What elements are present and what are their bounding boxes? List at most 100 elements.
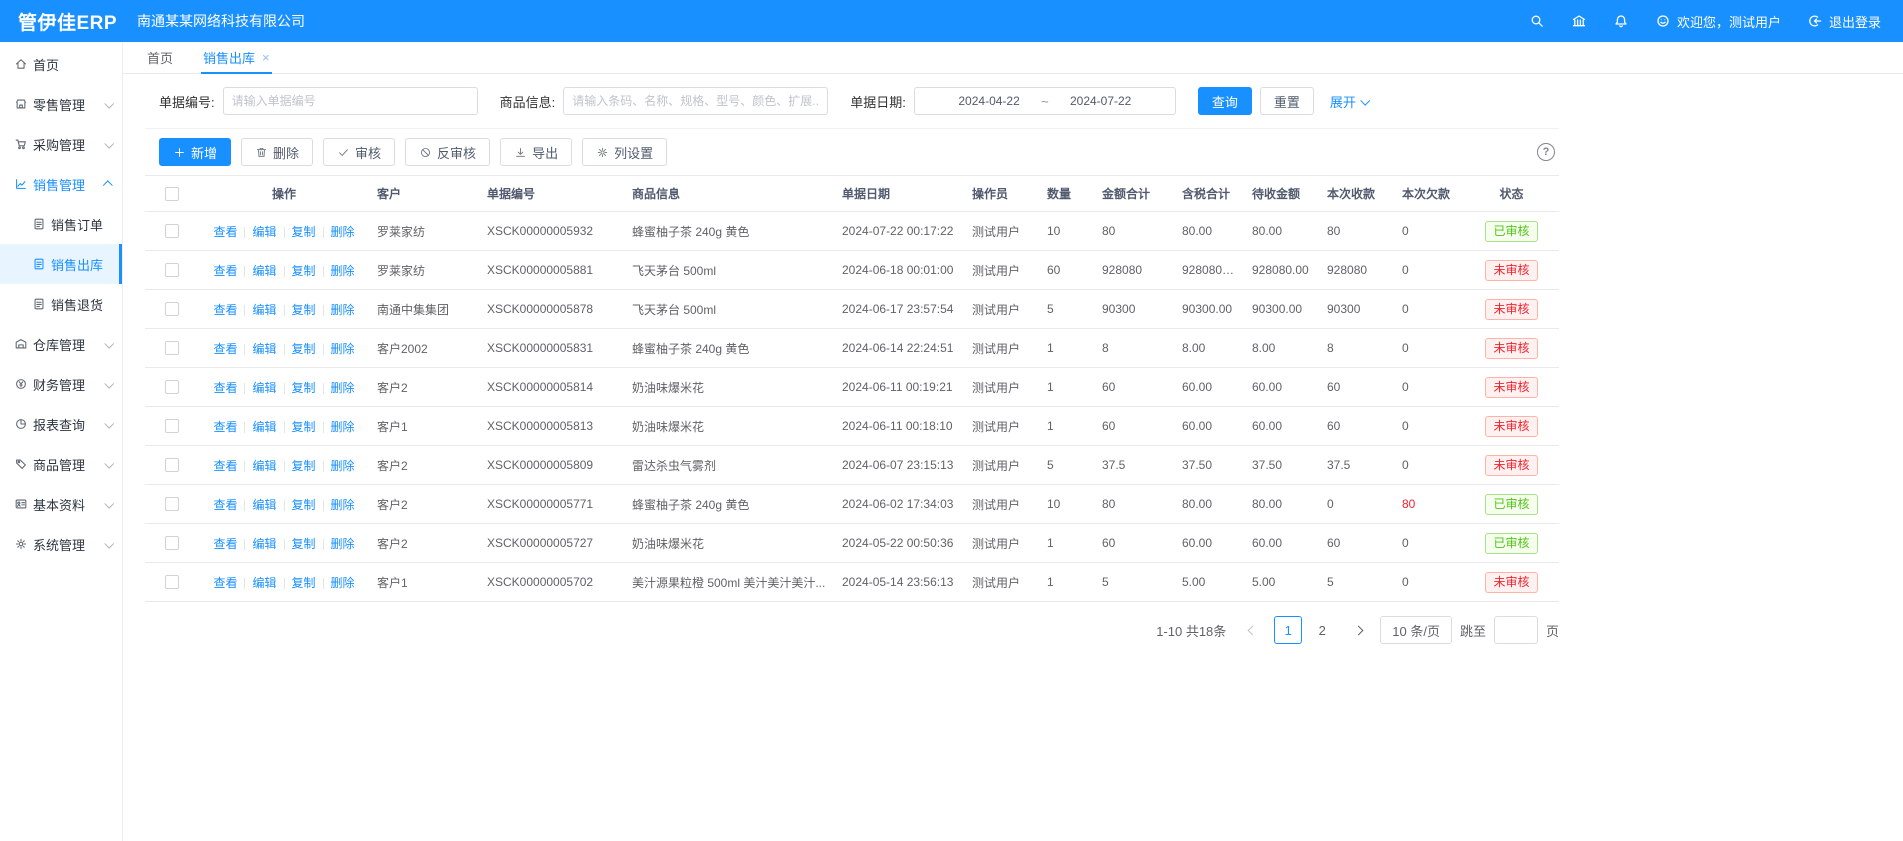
row-checkbox[interactable] [165, 302, 179, 316]
select-all-checkbox[interactable] [165, 187, 179, 201]
row-edit-link[interactable]: 编辑 [252, 342, 276, 356]
add-button[interactable]: 新增 [159, 138, 231, 166]
row-view-link[interactable]: 查看 [213, 342, 237, 356]
row-checkbox[interactable] [165, 497, 179, 511]
cell-payment: 80 [1319, 212, 1394, 251]
page-button-2[interactable]: 2 [1308, 616, 1336, 644]
doc-no-input[interactable] [223, 87, 478, 115]
row-view-link[interactable]: 查看 [213, 576, 237, 590]
row-checkbox[interactable] [165, 263, 179, 277]
cell-status: 未审核 [1464, 446, 1559, 485]
reset-button[interactable]: 重置 [1260, 87, 1314, 115]
sidebar-item-report[interactable]: 报表查询 [0, 404, 122, 444]
next-page-button[interactable] [1344, 616, 1372, 644]
row-view-link[interactable]: 查看 [213, 264, 237, 278]
row-delete-link[interactable]: 删除 [331, 459, 355, 473]
home-nav-button[interactable] [1571, 13, 1587, 29]
date-to-input[interactable] [1049, 94, 1153, 108]
notifications-button[interactable] [1613, 13, 1629, 29]
sidebar-item-basic[interactable]: 基本资料 [0, 484, 122, 524]
row-delete-link[interactable]: 删除 [331, 381, 355, 395]
sidebar-item-system[interactable]: 系统管理 [0, 524, 122, 564]
row-edit-link[interactable]: 编辑 [252, 225, 276, 239]
tab-home[interactable]: 首页 [145, 42, 175, 73]
row-view-link[interactable]: 查看 [213, 420, 237, 434]
row-delete-link[interactable]: 删除 [331, 420, 355, 434]
column-settings-button[interactable]: 列设置 [582, 138, 667, 166]
row-view-link[interactable]: 查看 [213, 459, 237, 473]
row-view-link[interactable]: 查看 [213, 498, 237, 512]
search-icon [1529, 13, 1545, 29]
help-icon[interactable]: ? [1537, 143, 1555, 161]
sidebar-item-purchase[interactable]: 采购管理 [0, 124, 122, 164]
row-copy-link[interactable]: 复制 [292, 459, 316, 473]
row-view-link[interactable]: 查看 [213, 381, 237, 395]
row-edit-link[interactable]: 编辑 [252, 420, 276, 434]
row-checkbox[interactable] [165, 341, 179, 355]
date-from-input[interactable] [937, 94, 1041, 108]
row-view-link[interactable]: 查看 [213, 537, 237, 551]
row-delete-link[interactable]: 删除 [331, 537, 355, 551]
row-edit-link[interactable]: 编辑 [252, 381, 276, 395]
app-logo[interactable]: 管伊佳ERP [0, 8, 123, 35]
row-copy-link[interactable]: 复制 [292, 498, 316, 512]
sidebar-item-sales-return[interactable]: 销售退货 [0, 284, 122, 324]
row-checkbox[interactable] [165, 380, 179, 394]
sidebar-item-home[interactable]: 首页 [0, 44, 122, 84]
row-checkbox[interactable] [165, 536, 179, 550]
row-delete-link[interactable]: 删除 [331, 225, 355, 239]
row-edit-link[interactable]: 编辑 [252, 264, 276, 278]
unaudit-button[interactable]: 反审核 [405, 138, 490, 166]
row-checkbox[interactable] [165, 419, 179, 433]
close-icon[interactable]: × [262, 51, 270, 64]
page-size-select[interactable]: 10 条/页 [1380, 616, 1452, 644]
row-delete-link[interactable]: 删除 [331, 498, 355, 512]
row-edit-link[interactable]: 编辑 [252, 537, 276, 551]
delete-button[interactable]: 删除 [241, 138, 313, 166]
logout-button[interactable]: 退出登录 [1807, 12, 1881, 31]
row-copy-link[interactable]: 复制 [292, 264, 316, 278]
row-delete-link[interactable]: 删除 [331, 264, 355, 278]
sidebar-item-finance[interactable]: 财务管理 [0, 364, 122, 404]
expand-filters-link[interactable]: 展开 [1330, 92, 1368, 111]
sidebar-item-retail[interactable]: 零售管理 [0, 84, 122, 124]
sidebar-item-warehouse[interactable]: 仓库管理 [0, 324, 122, 364]
sidebar-item-product[interactable]: 商品管理 [0, 444, 122, 484]
row-delete-link[interactable]: 删除 [331, 303, 355, 317]
sidebar-item-sales[interactable]: 销售管理 [0, 164, 122, 204]
row-checkbox[interactable] [165, 575, 179, 589]
product-info-input[interactable] [563, 87, 828, 115]
tab-sales-outbound[interactable]: 销售出库 × [201, 42, 272, 73]
row-copy-link[interactable]: 复制 [292, 225, 316, 239]
row-copy-link[interactable]: 复制 [292, 576, 316, 590]
row-delete-link[interactable]: 删除 [331, 342, 355, 356]
row-copy-link[interactable]: 复制 [292, 303, 316, 317]
row-checkbox[interactable] [165, 458, 179, 472]
row-checkbox[interactable] [165, 224, 179, 238]
row-edit-link[interactable]: 编辑 [252, 576, 276, 590]
row-view-link[interactable]: 查看 [213, 225, 237, 239]
row-edit-link[interactable]: 编辑 [252, 459, 276, 473]
query-button[interactable]: 查询 [1198, 87, 1252, 115]
row-copy-link[interactable]: 复制 [292, 381, 316, 395]
export-button[interactable]: 导出 [500, 138, 572, 166]
row-copy-link[interactable]: 复制 [292, 342, 316, 356]
date-range-picker[interactable]: ~ [914, 87, 1176, 115]
audit-button[interactable]: 审核 [323, 138, 395, 166]
search-button[interactable] [1529, 13, 1545, 29]
page-button-1[interactable]: 1 [1274, 616, 1302, 644]
row-copy-link[interactable]: 复制 [292, 537, 316, 551]
user-menu[interactable]: 欢迎您，测试用户 [1655, 12, 1781, 31]
row-edit-link[interactable]: 编辑 [252, 498, 276, 512]
jump-page-input[interactable] [1494, 616, 1538, 644]
row-delete-link[interactable]: 删除 [331, 576, 355, 590]
row-edit-link[interactable]: 编辑 [252, 303, 276, 317]
prev-page-button[interactable] [1238, 616, 1266, 644]
row-copy-link[interactable]: 复制 [292, 420, 316, 434]
sidebar-item-sales-outbound[interactable]: 销售出库 [0, 244, 122, 284]
sidebar-item-sales-order[interactable]: 销售订单 [0, 204, 122, 244]
cell-payment: 37.5 [1319, 446, 1394, 485]
cell-receivable: 60.00 [1244, 368, 1319, 407]
basic-icon [14, 497, 28, 511]
row-view-link[interactable]: 查看 [213, 303, 237, 317]
